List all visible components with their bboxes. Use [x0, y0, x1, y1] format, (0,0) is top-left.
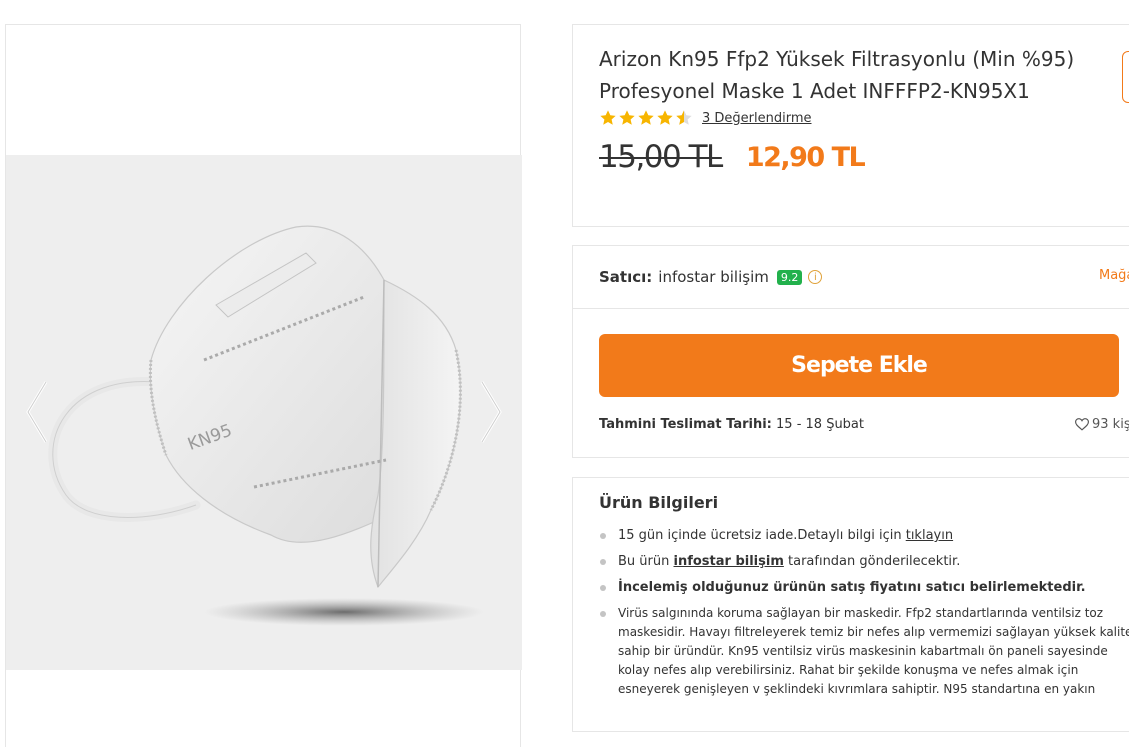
previous-image-arrow-icon[interactable] [24, 380, 50, 444]
estimated-delivery: Tahmini Teslimat Tarihi: 15 - 18 Şubat [599, 417, 864, 432]
shipping-seller-link[interactable]: infostar bilişim [674, 554, 784, 569]
product-image-gallery: KN95 [5, 24, 522, 747]
half-star-icon [676, 110, 692, 125]
favorites-count-text: 93 kiş [1092, 417, 1129, 432]
old-price: 15,00 TL [599, 139, 723, 175]
seller-name-link[interactable]: infostar bilişim [658, 268, 769, 286]
seller-row: Satıcı: infostar bilişim 9.2 i [599, 266, 823, 288]
discounted-price: 12,90 TL [745, 141, 866, 173]
return-details-link[interactable]: tıklayın [906, 528, 953, 543]
list-item: Virüs salgınında koruma sağlayan bir mas… [599, 604, 1129, 699]
seller-cart-card: Satıcı: infostar bilişim 9.2 i Mağa Sepe… [572, 245, 1129, 458]
delivery-date: 15 - 18 Şubat [776, 417, 864, 432]
price-block: 15,00 TL 12,90 TL [599, 139, 866, 175]
star-icon [657, 110, 673, 125]
price-note: İncelemiş olduğunuz ürünün satış fiyatın… [618, 580, 1086, 595]
shipped-suffix: tarafından gönderilecektir. [783, 554, 961, 569]
product-info-card: Ürün Bilgileri 15 gün içinde ücretsiz ia… [572, 477, 1129, 732]
heart-icon [1075, 418, 1089, 431]
favorite-side-button[interactable] [1122, 51, 1129, 103]
list-item: 15 gün içinde ücretsiz iade.Detaylı bilg… [599, 526, 1129, 545]
list-item: İncelemiş olduğunuz ürünün satış fiyatın… [599, 578, 1129, 597]
add-to-cart-button[interactable]: Sepete Ekle [599, 334, 1119, 397]
mask-illustration: KN95 [48, 225, 484, 626]
star-icon [600, 110, 616, 125]
product-rating: 3 Değerlendirme [599, 109, 812, 127]
info-section-title: Ürün Bilgileri [599, 493, 719, 512]
store-link[interactable]: Mağa [1099, 268, 1129, 283]
favorites-count[interactable]: 93 kiş [1075, 417, 1129, 432]
return-text: 15 gün içinde ücretsiz iade.Detaylı bilg… [618, 528, 906, 543]
product-image[interactable]: KN95 [6, 155, 522, 670]
star-icon [619, 110, 635, 125]
review-count-link[interactable]: 3 Değerlendirme [702, 111, 812, 126]
info-icon[interactable]: i [808, 270, 823, 284]
delivery-label: Tahmini Teslimat Tarihi: [599, 417, 772, 432]
product-summary-card: Arizon Kn95 Ffp2 Yüksek Filtrasyonlu (Mi… [572, 24, 1129, 227]
seller-label: Satıcı: [599, 268, 653, 286]
info-list: 15 gün içinde ücretsiz iade.Detaylı bilg… [599, 526, 1129, 706]
product-title: Arizon Kn95 Ffp2 Yüksek Filtrasyonlu (Mi… [599, 47, 1075, 103]
next-image-arrow-icon[interactable] [478, 380, 504, 444]
star-icon [638, 110, 654, 125]
rating-stars [599, 109, 693, 127]
divider [573, 308, 1129, 309]
shipped-prefix: Bu ürün [618, 554, 674, 569]
product-description: Virüs salgınında koruma sağlayan bir mas… [618, 606, 1129, 696]
list-item: Bu ürün infostar bilişim tarafından gönd… [599, 552, 1129, 571]
seller-score-badge: 9.2 [776, 269, 803, 285]
